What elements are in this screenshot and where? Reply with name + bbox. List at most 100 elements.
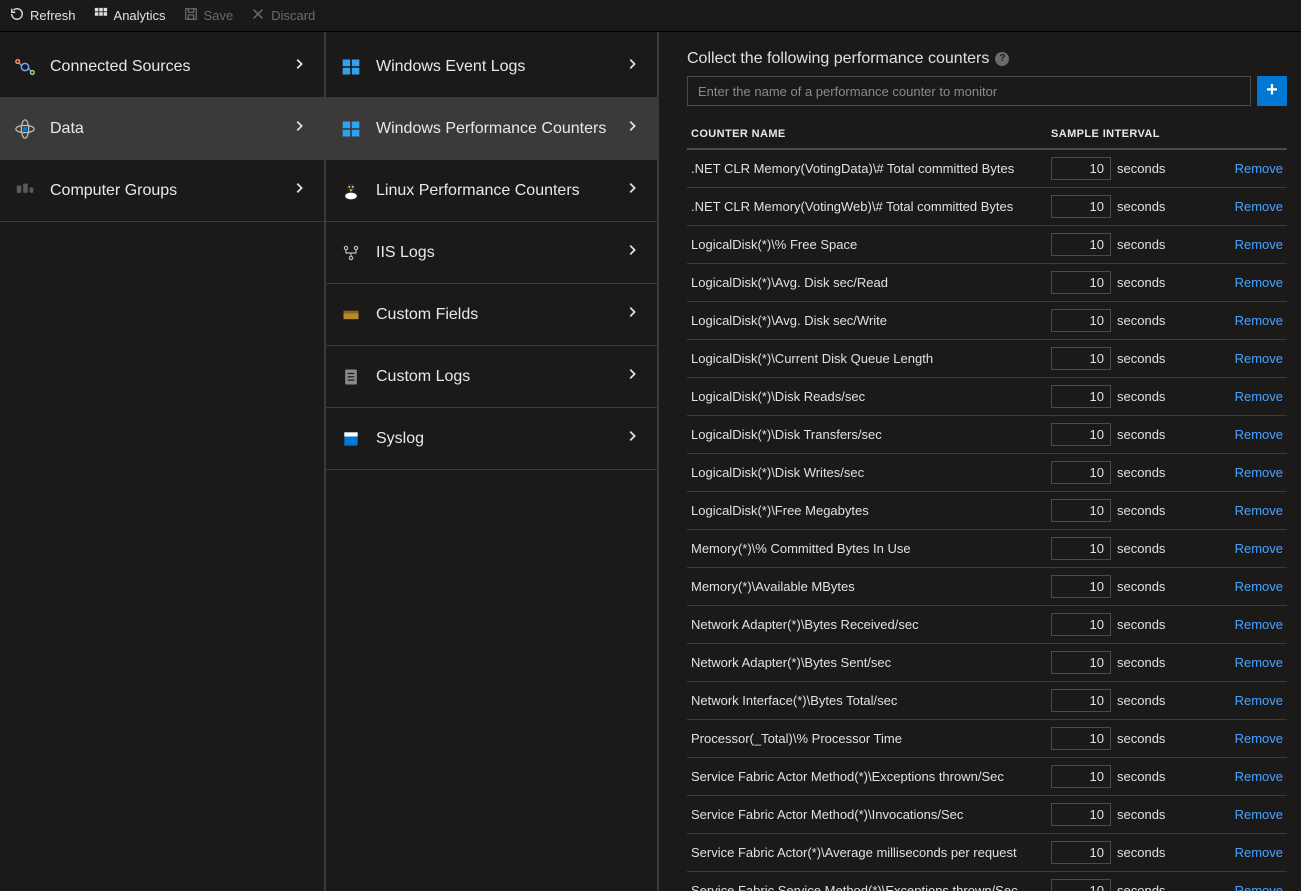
interval-cell: seconds (1047, 720, 1227, 758)
table-row: .NET CLR Memory(VotingWeb)\# Total commi… (687, 188, 1287, 226)
counter-name: .NET CLR Memory(VotingWeb)\# Total commi… (687, 188, 1047, 226)
remove-link[interactable]: Remove (1235, 541, 1283, 556)
interval-input[interactable] (1051, 309, 1111, 332)
seconds-label: seconds (1117, 465, 1165, 480)
remove-link[interactable]: Remove (1235, 351, 1283, 366)
interval-cell: seconds (1047, 149, 1227, 188)
interval-input[interactable] (1051, 575, 1111, 598)
counter-panel: Collect the following performance counte… (659, 32, 1301, 891)
info-icon[interactable]: ? (995, 52, 1009, 66)
discard-icon (251, 7, 265, 24)
interval-cell: seconds (1047, 416, 1227, 454)
analytics-button[interactable]: Analytics (94, 7, 166, 24)
remove-link[interactable]: Remove (1235, 693, 1283, 708)
remove-link[interactable]: Remove (1235, 655, 1283, 670)
add-counter-row: + (687, 76, 1287, 106)
panel-heading-row: Collect the following performance counte… (687, 50, 1287, 68)
interval-input[interactable] (1051, 499, 1111, 522)
menu-item-custom-fields[interactable]: Custom Fields (326, 284, 657, 346)
counter-name: Network Adapter(*)\Bytes Received/sec (687, 606, 1047, 644)
add-counter-button[interactable]: + (1257, 76, 1287, 106)
interval-cell: seconds (1047, 454, 1227, 492)
seconds-label: seconds (1117, 655, 1165, 670)
analytics-icon (94, 7, 108, 24)
menu-item-linux-performance-counters[interactable]: Linux Performance Counters (326, 160, 657, 222)
interval-input[interactable] (1051, 271, 1111, 294)
interval-input[interactable] (1051, 689, 1111, 712)
table-row: Service Fabric Actor Method(*)\Exception… (687, 758, 1287, 796)
table-row: Service Fabric Actor Method(*)\Invocatio… (687, 796, 1287, 834)
add-counter-input[interactable] (687, 76, 1251, 106)
counter-name: LogicalDisk(*)\Avg. Disk sec/Read (687, 264, 1047, 302)
remove-link[interactable]: Remove (1235, 731, 1283, 746)
refresh-button[interactable]: Refresh (10, 7, 76, 24)
counter-name: LogicalDisk(*)\Disk Writes/sec (687, 454, 1047, 492)
interval-cell: seconds (1047, 226, 1227, 264)
interval-cell: seconds (1047, 758, 1227, 796)
chevron-right-icon (625, 181, 639, 200)
interval-input[interactable] (1051, 423, 1111, 446)
interval-input[interactable] (1051, 537, 1111, 560)
computer-groups-icon (14, 180, 36, 202)
interval-input[interactable] (1051, 765, 1111, 788)
windows-icon (340, 118, 362, 140)
remove-link[interactable]: Remove (1235, 503, 1283, 518)
chevron-right-icon (292, 119, 306, 138)
interval-input[interactable] (1051, 347, 1111, 370)
seconds-label: seconds (1117, 579, 1165, 594)
interval-input[interactable] (1051, 841, 1111, 864)
chevron-right-icon (292, 57, 306, 76)
counter-name: LogicalDisk(*)\Free Megabytes (687, 492, 1047, 530)
sidebar-item-connected-sources[interactable]: Connected Sources (0, 36, 324, 98)
interval-input[interactable] (1051, 727, 1111, 750)
menu-item-syslog[interactable]: Syslog (326, 408, 657, 470)
table-row: .NET CLR Memory(VotingData)\# Total comm… (687, 149, 1287, 188)
sidebar-item-computer-groups[interactable]: Computer Groups (0, 160, 324, 222)
remove-link[interactable]: Remove (1235, 275, 1283, 290)
interval-input[interactable] (1051, 157, 1111, 180)
remove-link[interactable]: Remove (1235, 199, 1283, 214)
menu-item-label: Custom Fields (376, 306, 478, 324)
seconds-label: seconds (1117, 199, 1165, 214)
remove-link[interactable]: Remove (1235, 845, 1283, 860)
menu-item-windows-event-logs[interactable]: Windows Event Logs (326, 36, 657, 98)
linux-icon (340, 180, 362, 202)
toolbar: Refresh Analytics Save Discard (0, 0, 1301, 32)
interval-input[interactable] (1051, 233, 1111, 256)
remove-link[interactable]: Remove (1235, 579, 1283, 594)
remove-link[interactable]: Remove (1235, 769, 1283, 784)
menu-item-windows-performance-counters[interactable]: Windows Performance Counters (326, 98, 657, 160)
interval-input[interactable] (1051, 651, 1111, 674)
remove-link[interactable]: Remove (1235, 427, 1283, 442)
save-button: Save (184, 7, 234, 24)
seconds-label: seconds (1117, 807, 1165, 822)
remove-link[interactable]: Remove (1235, 389, 1283, 404)
interval-input[interactable] (1051, 879, 1111, 891)
interval-input[interactable] (1051, 195, 1111, 218)
remove-link[interactable]: Remove (1235, 617, 1283, 632)
panel-heading: Collect the following performance counte… (687, 50, 989, 68)
windows-icon (340, 56, 362, 78)
interval-input[interactable] (1051, 385, 1111, 408)
remove-link[interactable]: Remove (1235, 237, 1283, 252)
menu-item-custom-logs[interactable]: Custom Logs (326, 346, 657, 408)
discard-button: Discard (251, 7, 315, 24)
menu-item-label: Custom Logs (376, 368, 470, 386)
refresh-label: Refresh (30, 8, 76, 23)
remove-link[interactable]: Remove (1235, 883, 1283, 891)
interval-input[interactable] (1051, 803, 1111, 826)
sidebar-item-data[interactable]: Data (0, 98, 324, 160)
counter-name: Service Fabric Actor Method(*)\Exception… (687, 758, 1047, 796)
remove-link[interactable]: Remove (1235, 313, 1283, 328)
table-row: Processor(_Total)\% Processor Timesecond… (687, 720, 1287, 758)
counter-name: Memory(*)\Available MBytes (687, 568, 1047, 606)
remove-link[interactable]: Remove (1235, 161, 1283, 176)
menu-item-iis-logs[interactable]: IIS Logs (326, 222, 657, 284)
interval-input[interactable] (1051, 613, 1111, 636)
analytics-label: Analytics (114, 8, 166, 23)
remove-link[interactable]: Remove (1235, 465, 1283, 480)
menu-item-label: IIS Logs (376, 244, 435, 262)
interval-input[interactable] (1051, 461, 1111, 484)
table-row: LogicalDisk(*)\Disk Reads/secsecondsRemo… (687, 378, 1287, 416)
remove-link[interactable]: Remove (1235, 807, 1283, 822)
